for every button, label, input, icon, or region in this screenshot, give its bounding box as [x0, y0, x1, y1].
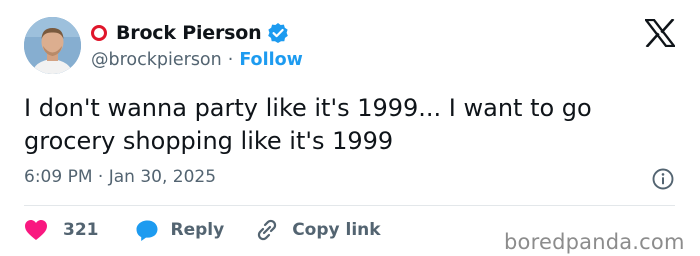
- like-button[interactable]: 321: [24, 219, 99, 241]
- avatar-image: [24, 17, 81, 74]
- follow-button[interactable]: Follow: [239, 50, 302, 70]
- watermark: boredpanda.com: [504, 230, 685, 254]
- divider: [24, 205, 675, 206]
- handle[interactable]: @brockpierson: [91, 50, 222, 70]
- avatar[interactable]: [24, 17, 81, 74]
- tweet-text: I don't wanna party like it's 1999... I …: [24, 94, 592, 155]
- verified-badge-icon: [268, 23, 289, 43]
- display-name[interactable]: Brock Pierson: [116, 22, 262, 44]
- copy-link-button[interactable]: Copy link: [254, 217, 381, 243]
- heart-icon: [25, 220, 47, 240]
- reply-label: Reply: [170, 220, 225, 240]
- handle-row: @brockpierson · Follow: [91, 48, 303, 72]
- author-name-row: Brock Pierson: [91, 20, 289, 46]
- like-count: 321: [63, 220, 99, 240]
- reply-button[interactable]: Reply: [135, 218, 225, 242]
- reply-icon: [136, 220, 157, 241]
- x-logo-icon[interactable]: [645, 19, 675, 47]
- action-bar: 321 Reply Copy link: [24, 216, 381, 244]
- copy-link-label: Copy link: [292, 220, 381, 240]
- red-ring-icon: [91, 25, 107, 41]
- handle-separator: ·: [227, 50, 234, 70]
- timestamp[interactable]: 6:09 PM · Jan 30, 2025: [24, 167, 216, 187]
- info-icon[interactable]: [651, 167, 675, 191]
- link-icon: [258, 219, 277, 241]
